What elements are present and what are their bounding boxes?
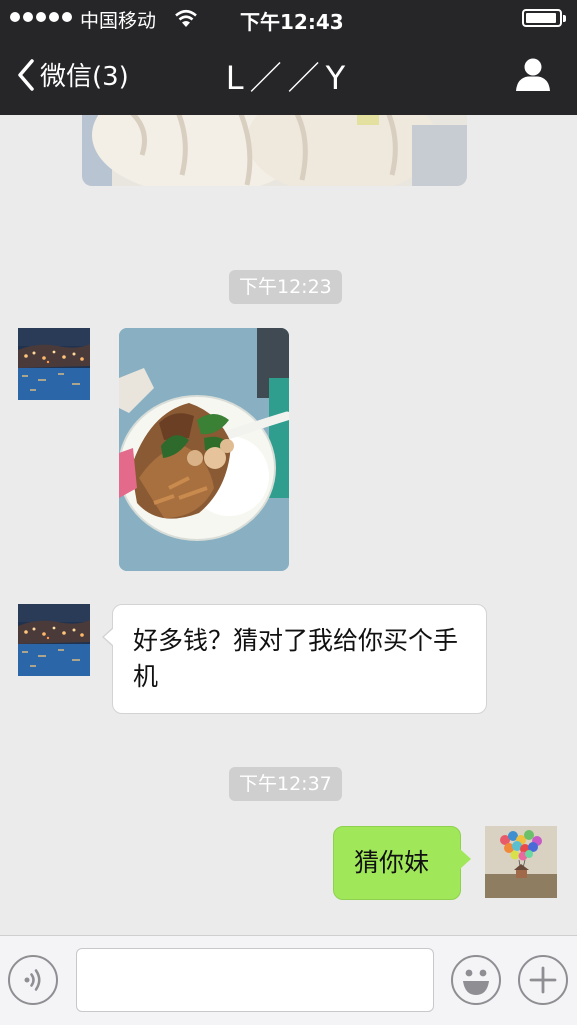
message-input[interactable]: [76, 948, 434, 1012]
my-avatar[interactable]: [485, 826, 557, 898]
message-bubble-outgoing[interactable]: 猜你妹: [333, 826, 471, 900]
timestamp: 下午12:23: [229, 270, 342, 304]
previous-image-message[interactable]: [82, 115, 467, 186]
timestamp: 下午12:37: [229, 767, 342, 801]
voice-button[interactable]: [8, 955, 58, 1005]
more-button[interactable]: [518, 955, 568, 1005]
wifi-icon: [175, 9, 197, 27]
status-time: 下午12:43: [240, 10, 344, 34]
image-message[interactable]: [119, 328, 289, 571]
signal-strength-icon: [10, 12, 72, 22]
input-bar: [0, 935, 577, 1025]
avatar[interactable]: [18, 328, 90, 400]
emoji-icon: [463, 969, 489, 995]
plus-icon: [529, 966, 557, 994]
message-bubble-incoming[interactable]: 好多钱？猜对了我给你买个手机: [102, 604, 487, 714]
battery-icon: [522, 9, 566, 27]
chat-area[interactable]: 下午12:23 好多钱？猜对了我给你买个手机 下午12:37 猜你妹: [0, 115, 577, 935]
navigation-bar: 微信(3) L／／Y: [0, 38, 577, 115]
carrier-label: 中国移动: [80, 10, 157, 32]
person-icon[interactable]: [515, 56, 551, 92]
voice-icon: [24, 969, 41, 991]
status-bar: 中国移动 下午12:43: [0, 0, 577, 38]
emoji-button[interactable]: [451, 955, 501, 1005]
chat-title: L／／Y: [225, 59, 352, 97]
avatar[interactable]: [18, 604, 90, 676]
